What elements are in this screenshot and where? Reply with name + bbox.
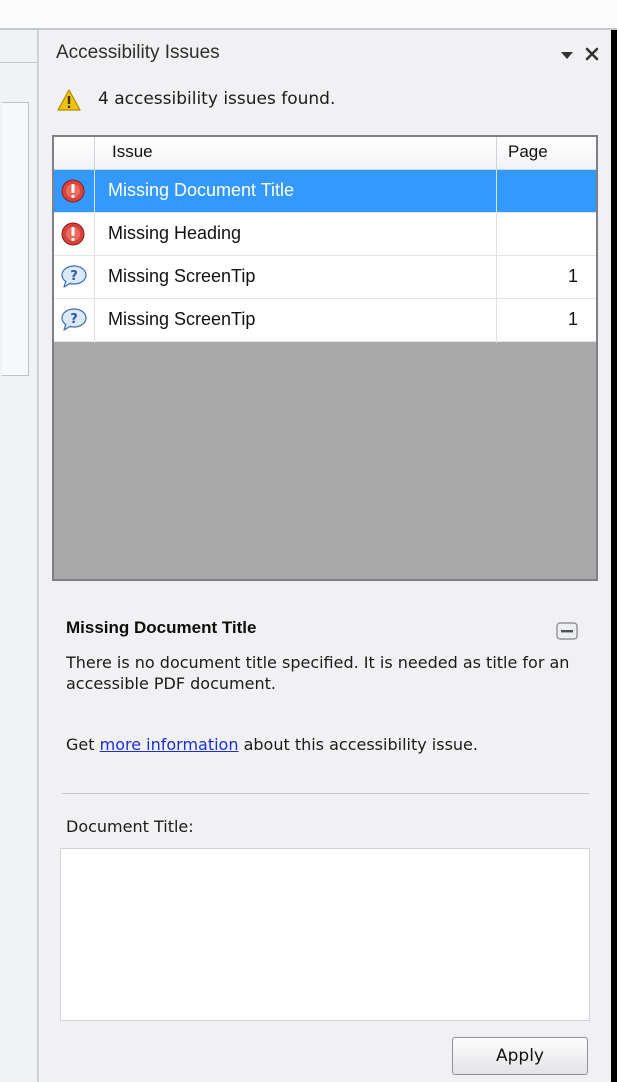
column-header-issue[interactable]: Issue [112, 142, 153, 162]
section-divider [62, 793, 589, 794]
dropdown-arrow-icon[interactable] [558, 46, 576, 64]
more-information-link[interactable]: more information [100, 735, 239, 754]
issues-table: Issue Page Missing Document Title Missin… [52, 135, 598, 581]
issue-row[interactable]: Missing Heading [54, 213, 596, 256]
document-title-input[interactable] [60, 848, 590, 1021]
issue-name: Missing Heading [108, 223, 242, 243]
top-window-bar [0, 0, 617, 30]
more-info-prefix: Get [66, 735, 100, 754]
column-divider [496, 170, 497, 343]
collapse-icon[interactable] [556, 622, 578, 640]
issue-row[interactable]: Missing Document Title [54, 170, 596, 213]
more-info-suffix: about this accessibility issue. [238, 735, 478, 754]
issue-name: Missing ScreenTip [108, 266, 256, 286]
help-icon: ? [54, 256, 94, 299]
issue-name: Missing ScreenTip [108, 309, 256, 329]
error-icon [54, 213, 94, 256]
issue-name: Missing Document Title [108, 180, 295, 200]
svg-text:?: ? [70, 312, 78, 327]
right-edge [611, 30, 617, 1082]
issue-row[interactable]: ? Missing ScreenTip 1 [54, 256, 596, 299]
help-icon: ? [54, 299, 94, 342]
issues-summary-text: 4 accessibility issues found. [98, 89, 336, 109]
column-divider [94, 170, 95, 343]
issues-table-header: Issue Page [54, 137, 596, 170]
detail-more-info: Get more information about this accessib… [66, 734, 586, 755]
apply-button[interactable]: Apply [452, 1037, 588, 1075]
issue-row[interactable]: ? Missing ScreenTip 1 [54, 299, 596, 342]
issue-page: 1 [567, 309, 578, 329]
left-edge-panel [0, 30, 38, 1082]
warning-icon [56, 88, 82, 112]
document-title-label: Document Title: [66, 817, 194, 836]
close-icon[interactable] [582, 44, 602, 64]
svg-text:?: ? [70, 269, 78, 284]
error-icon [54, 170, 94, 213]
pane-title: Accessibility Issues [56, 42, 220, 63]
issues-summary: 4 accessibility issues found. [56, 86, 596, 118]
issue-page: 1 [567, 266, 578, 286]
detail-description: There is no document title specified. It… [66, 653, 570, 693]
pane-title-bar: Accessibility Issues [41, 34, 607, 80]
detail-heading: Missing Document Title [66, 618, 257, 637]
column-header-page[interactable]: Page [508, 142, 548, 162]
